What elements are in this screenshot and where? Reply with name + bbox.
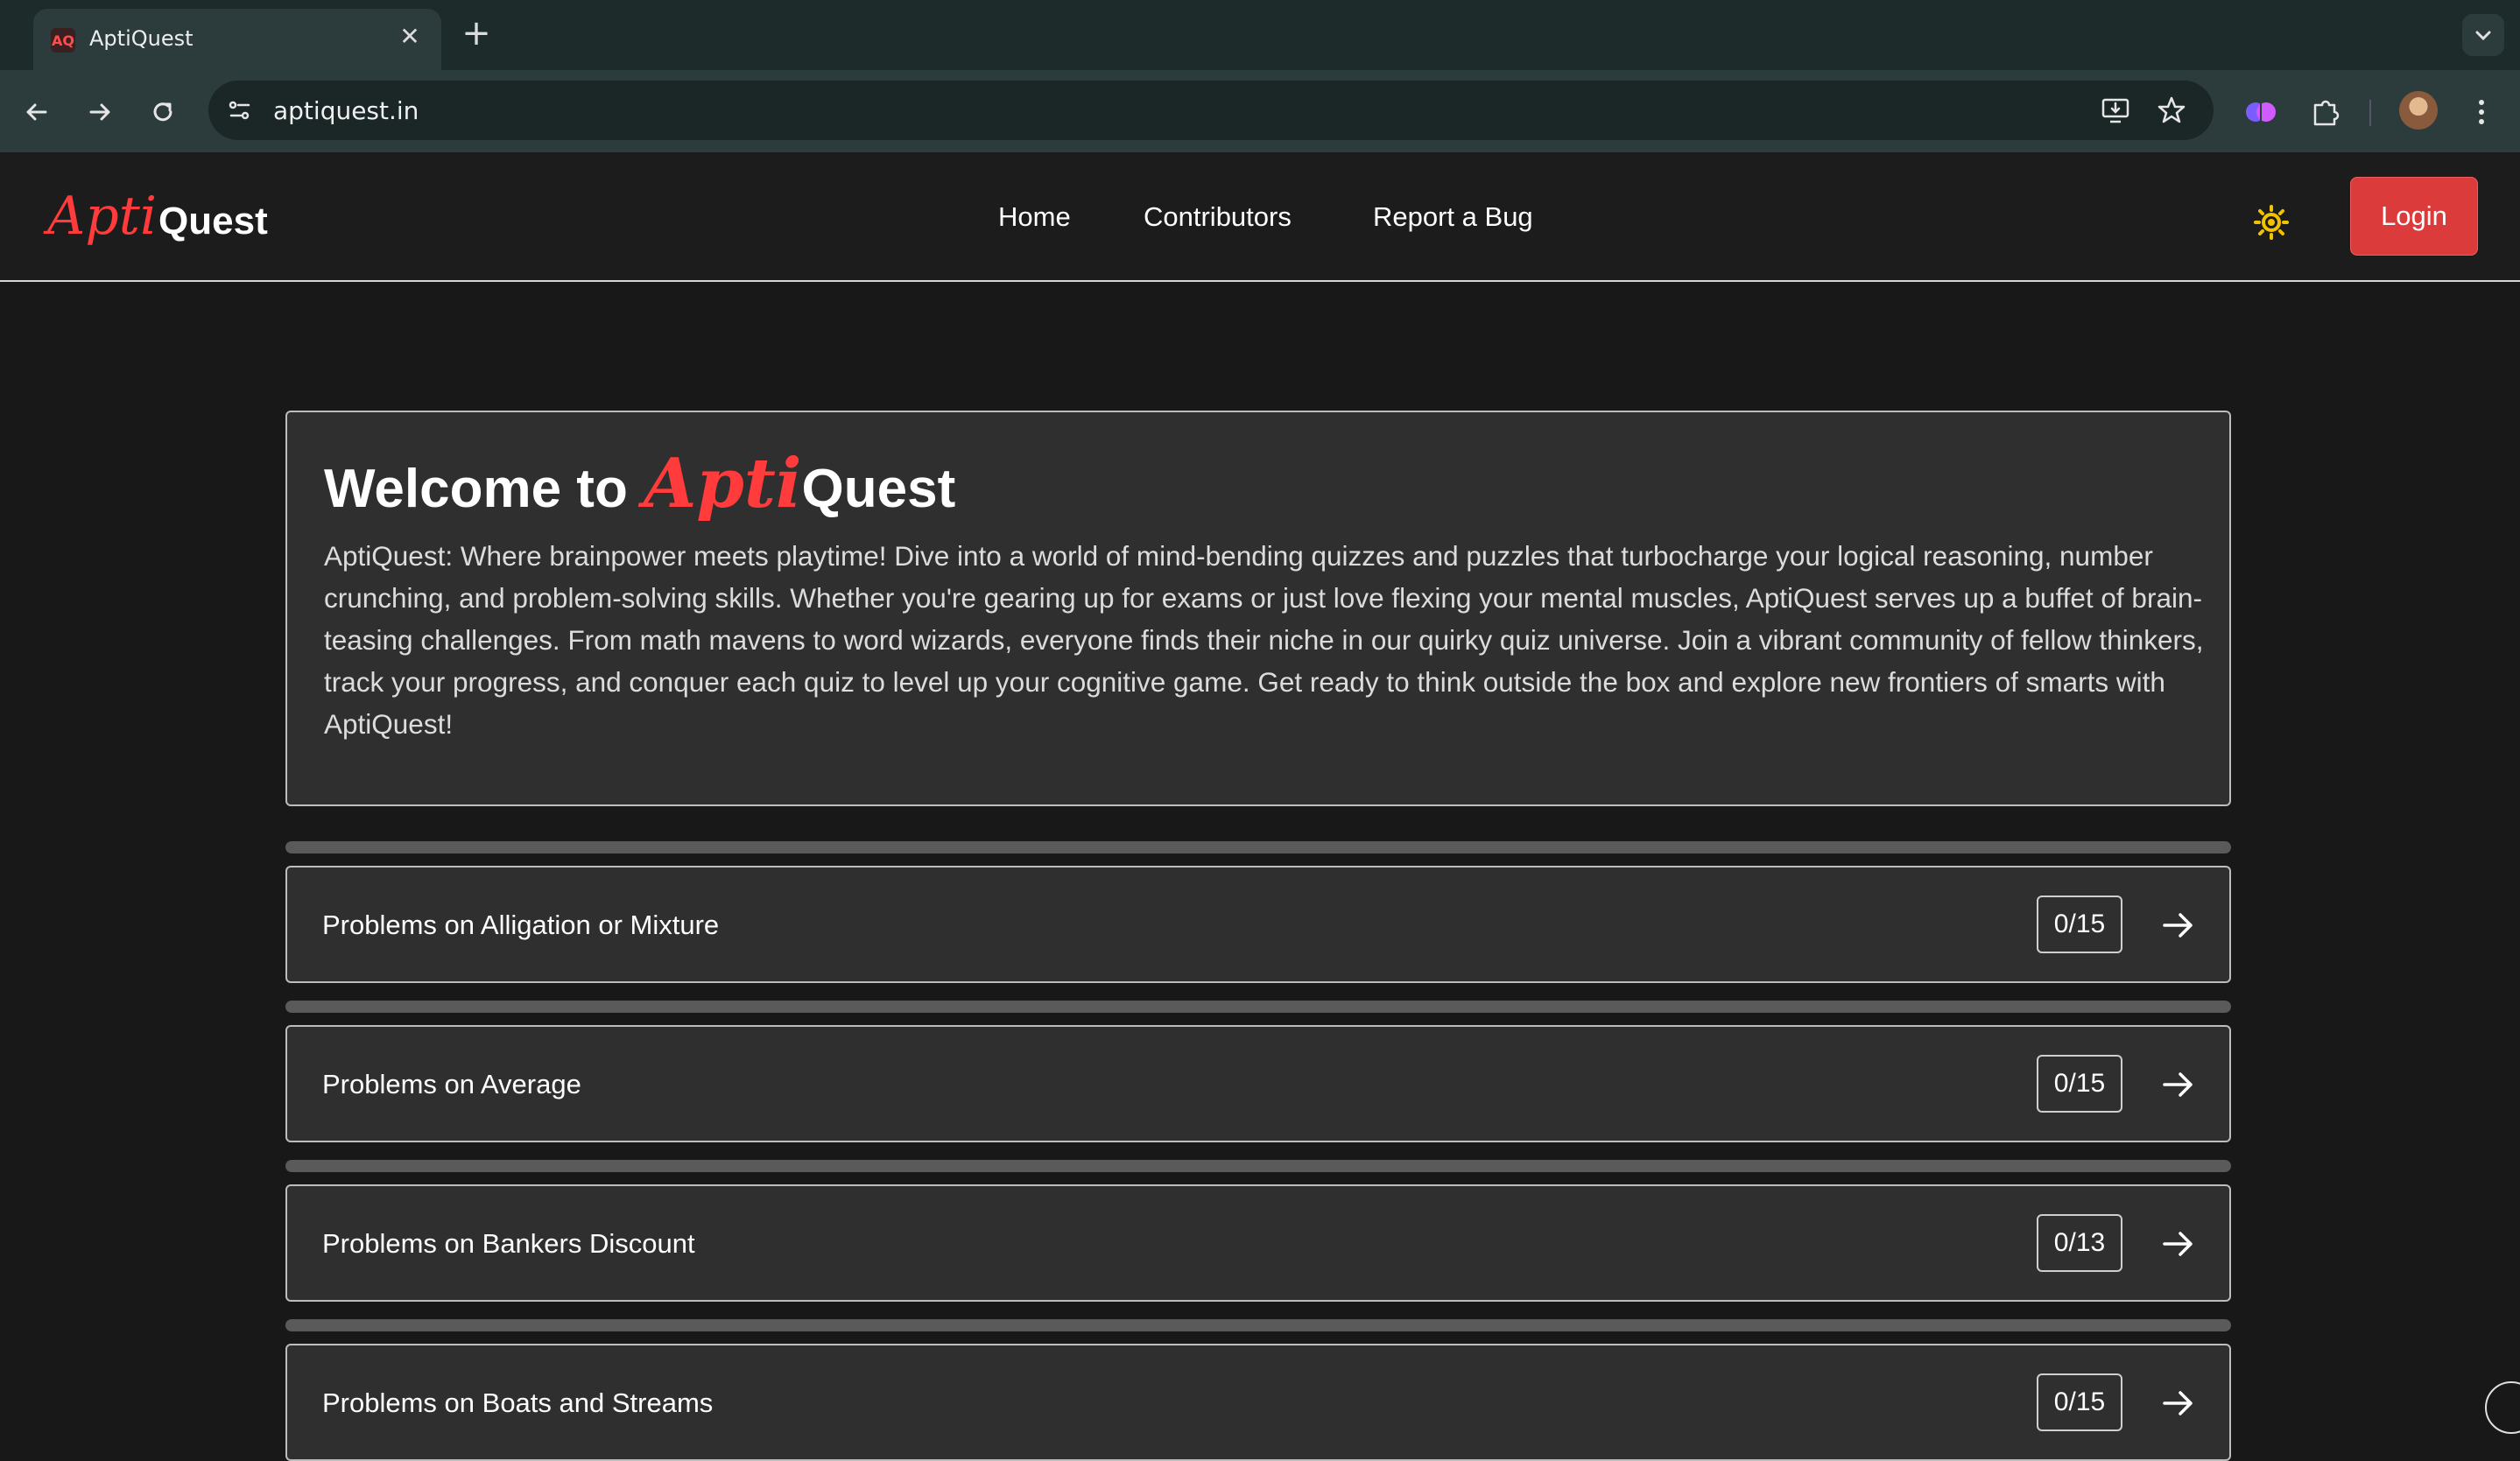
tab-title: AptiQuest xyxy=(89,26,194,51)
favicon-icon: AQ xyxy=(51,28,75,53)
puzzle-icon[interactable] xyxy=(2306,93,2345,131)
topic-card-bankers-discount[interactable]: Problems on Bankers Discount 0/13 xyxy=(285,1184,2231,1302)
topic-title: Problems on Alligation or Mixture xyxy=(322,910,720,940)
arrow-right-icon[interactable] xyxy=(2159,1065,2198,1104)
forward-arrow-icon[interactable] xyxy=(82,95,117,130)
arrow-right-icon[interactable] xyxy=(2159,1384,2198,1422)
topic-card-average[interactable]: Problems on Average 0/15 xyxy=(285,1025,2231,1142)
sun-icon[interactable] xyxy=(2250,201,2292,243)
topic-progress-bar xyxy=(285,1160,2231,1172)
topic-count-badge: 0/15 xyxy=(2037,896,2122,953)
nav-contributors-link[interactable]: Contributors xyxy=(1144,201,1292,233)
arrow-right-icon[interactable] xyxy=(2159,906,2198,945)
welcome-card: Welcome to Apti Quest AptiQuest: Where b… xyxy=(285,411,2231,806)
chevron-down-icon xyxy=(2475,31,2491,41)
browser-toolbar: aptiquest.in xyxy=(0,70,2520,154)
url-text: aptiquest.in xyxy=(273,96,419,125)
welcome-apti: Apti xyxy=(643,444,802,523)
welcome-heading: Welcome to Apti Quest xyxy=(324,444,955,523)
topic-count-badge: 0/15 xyxy=(2037,1055,2122,1113)
install-app-icon[interactable] xyxy=(2100,95,2131,126)
kebab-menu-icon[interactable] xyxy=(2462,93,2501,131)
browser-tab[interactable]: AQ AptiQuest ✕ xyxy=(33,9,441,70)
site-settings-icon[interactable] xyxy=(222,93,257,128)
browser-tabstrip: AQ AptiQuest ✕ + xyxy=(0,0,2520,70)
logo-apti-text: Apti xyxy=(47,186,158,247)
topic-title: Problems on Average xyxy=(322,1069,581,1099)
topic-count-badge: 0/15 xyxy=(2037,1373,2122,1431)
profile-avatar[interactable] xyxy=(2399,91,2438,130)
topic-progress-bar xyxy=(285,1319,2231,1331)
topic-title: Problems on Bankers Discount xyxy=(322,1228,695,1259)
new-tab-button[interactable]: + xyxy=(459,16,494,51)
topic-count-badge: 0/13 xyxy=(2037,1214,2122,1272)
topic-title: Problems on Boats and Streams xyxy=(322,1387,714,1418)
welcome-description: AptiQuest: Where brainpower meets playti… xyxy=(324,540,2204,740)
site-navbar: Apti Quest Home Contributors Report a Bu… xyxy=(0,154,2520,282)
topic-progress-bar xyxy=(285,841,2231,853)
welcome-quest: Quest xyxy=(801,459,956,519)
close-tab-icon[interactable]: ✕ xyxy=(394,21,426,53)
arrow-right-icon[interactable] xyxy=(2159,1225,2198,1263)
scroll-to-top-button[interactable] xyxy=(2485,1381,2520,1434)
toolbar-divider xyxy=(2369,100,2371,126)
welcome-prefix: Welcome to xyxy=(324,459,628,519)
back-arrow-icon[interactable] xyxy=(19,95,54,130)
star-icon[interactable] xyxy=(2156,95,2187,126)
topic-card-boats-streams[interactable]: Problems on Boats and Streams 0/15 xyxy=(285,1344,2231,1461)
reload-icon[interactable] xyxy=(145,95,180,130)
address-bar[interactable]: aptiquest.in xyxy=(208,81,2214,140)
brain-extension-icon[interactable] xyxy=(2242,93,2280,131)
logo-quest-text: Quest xyxy=(158,200,268,242)
nav-report-bug-link[interactable]: Report a Bug xyxy=(1373,201,1533,233)
nav-home-link[interactable]: Home xyxy=(998,201,1071,233)
topic-card-alligation[interactable]: Problems on Alligation or Mixture 0/15 xyxy=(285,866,2231,983)
site-logo[interactable]: Apti Quest xyxy=(47,186,268,247)
tab-search-button[interactable] xyxy=(2462,14,2504,56)
login-button[interactable]: Login xyxy=(2350,177,2478,256)
topic-progress-bar xyxy=(285,1001,2231,1013)
